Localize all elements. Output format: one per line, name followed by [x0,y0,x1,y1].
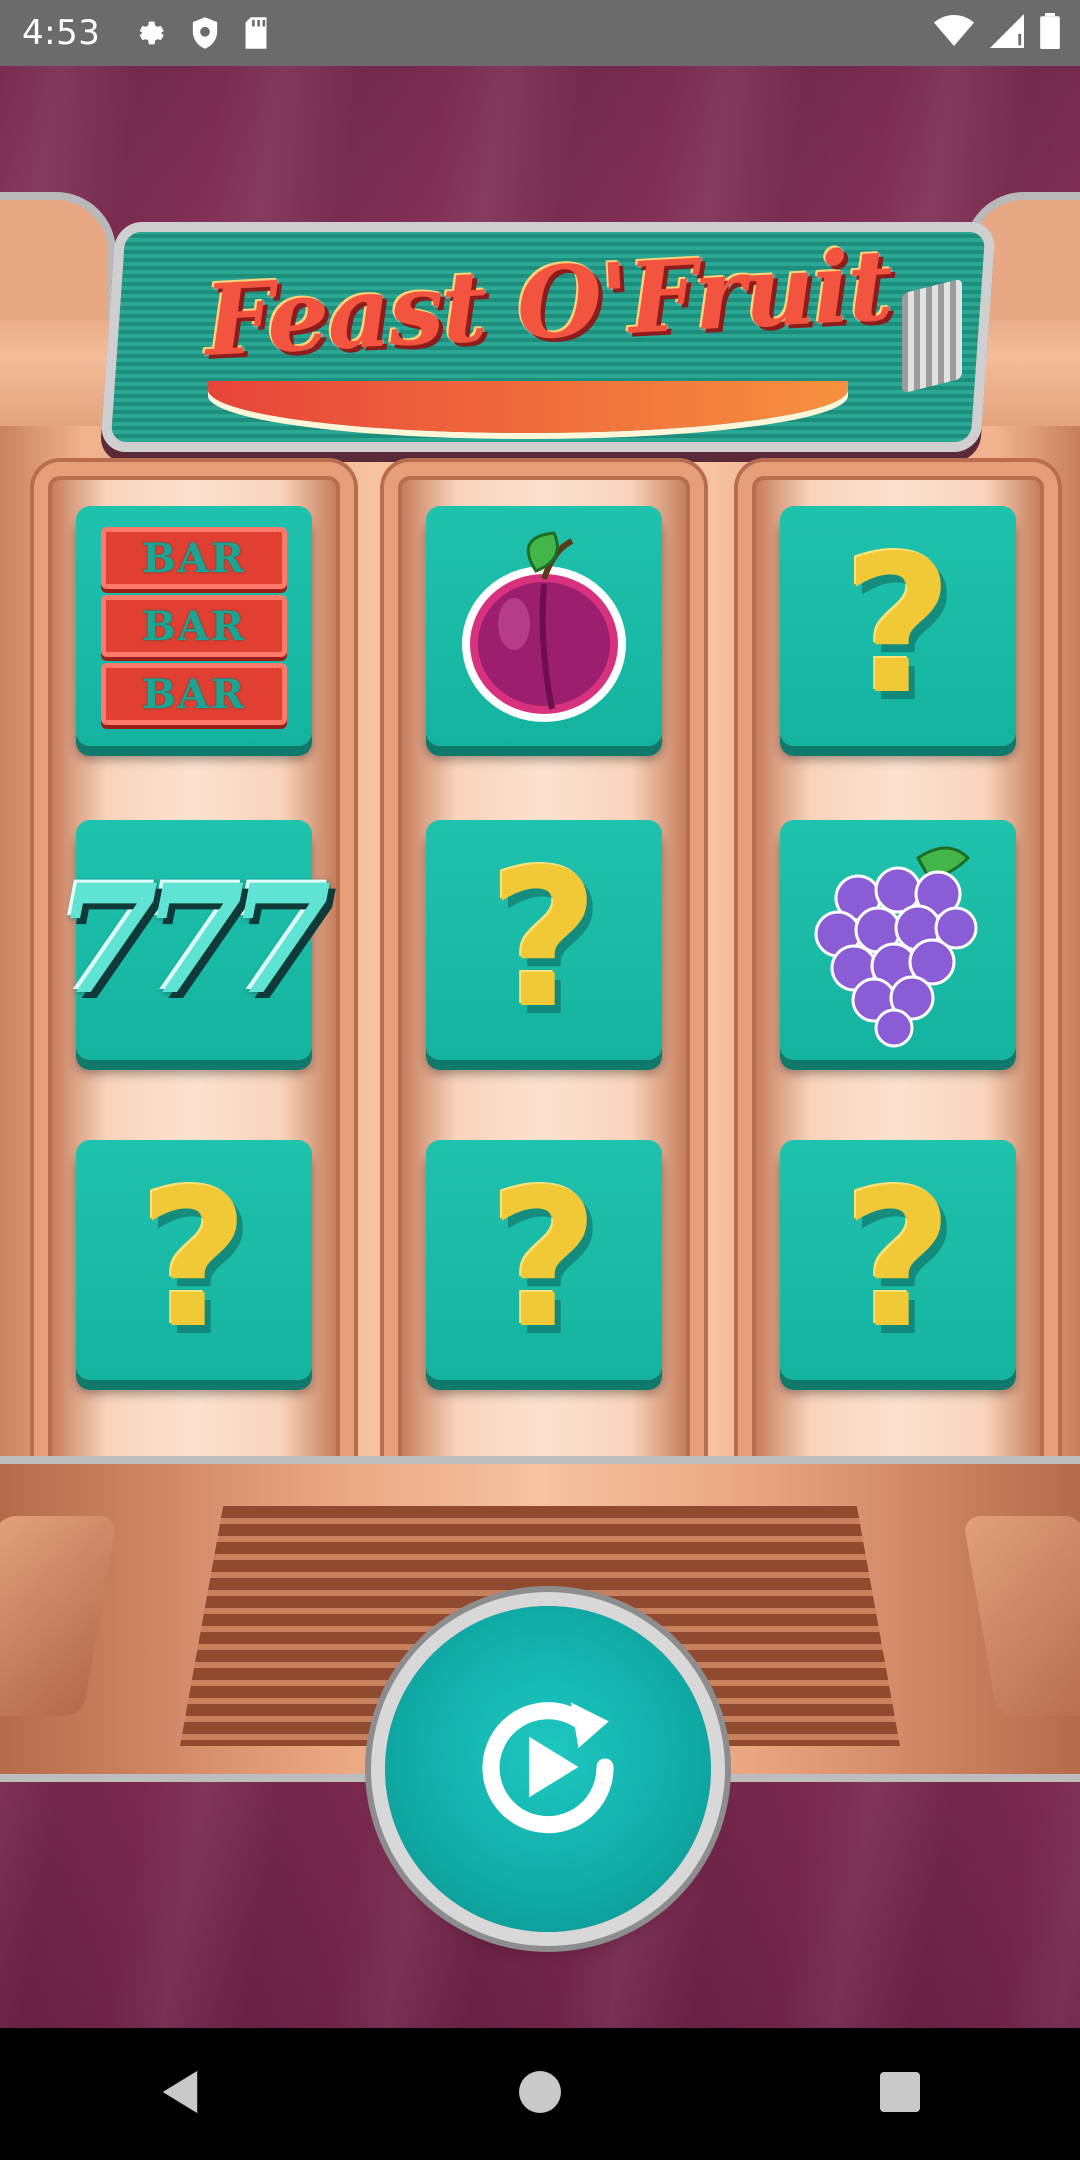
recents-button[interactable] [840,2034,960,2154]
spin-replay-icon [453,1672,643,1866]
home-icon [519,2071,561,2117]
back-icon [158,2069,202,2119]
tile-bar-bar-bar[interactable]: BAR BAR BAR [76,506,312,746]
cell-signal-icon [990,14,1024,52]
wifi-icon [934,15,974,51]
tile-question-mark[interactable]: ? [426,1140,662,1380]
tile-question-mark[interactable]: ? [780,506,1016,746]
plum-icon [444,519,644,733]
bar-label: BAR [141,602,247,650]
navigation-bar [0,2028,1080,2160]
status-bar: 4:53 [0,0,1080,66]
grapes-icon [798,828,998,1052]
tile-grapes[interactable] [780,820,1016,1060]
tile-question-mark[interactable]: ? [780,1140,1016,1380]
tile-triple-seven[interactable]: 777 [54,820,332,1060]
question-mark-icon: ? [488,829,600,1050]
question-mark-icon: ? [842,515,954,736]
home-button[interactable] [480,2034,600,2154]
game-logo: Feast O'Fruit [99,186,997,476]
bar-label: BAR [141,534,247,582]
question-mark-icon: ? [138,1149,250,1370]
tile-plum[interactable] [426,506,662,746]
reel-3: ? ? [738,462,1058,1506]
reel-1: BAR BAR BAR 777 ? [34,462,354,1506]
spin-button[interactable] [385,1606,711,1932]
bar-label: BAR [141,670,247,718]
shield-icon [190,16,220,50]
recents-icon [880,2072,920,2116]
question-mark-icon: ? [488,1149,600,1370]
battery-icon [1040,13,1060,53]
question-mark-icon: ? [842,1149,954,1370]
status-time: 4:53 [22,13,101,53]
triple-seven-icon: 777 [54,852,331,1028]
back-button[interactable] [120,2034,240,2154]
game-area: Feast O'Fruit BAR BAR BAR 777 ? ? ? ? ? [0,66,1080,2028]
tile-question-mark[interactable]: ? [426,820,662,1060]
tile-question-mark[interactable]: ? [76,1140,312,1380]
sd-card-icon [242,16,270,50]
gear-icon [134,16,168,50]
bar-icon: BAR BAR BAR [101,527,287,725]
reel-2: ? ? [384,462,704,1506]
